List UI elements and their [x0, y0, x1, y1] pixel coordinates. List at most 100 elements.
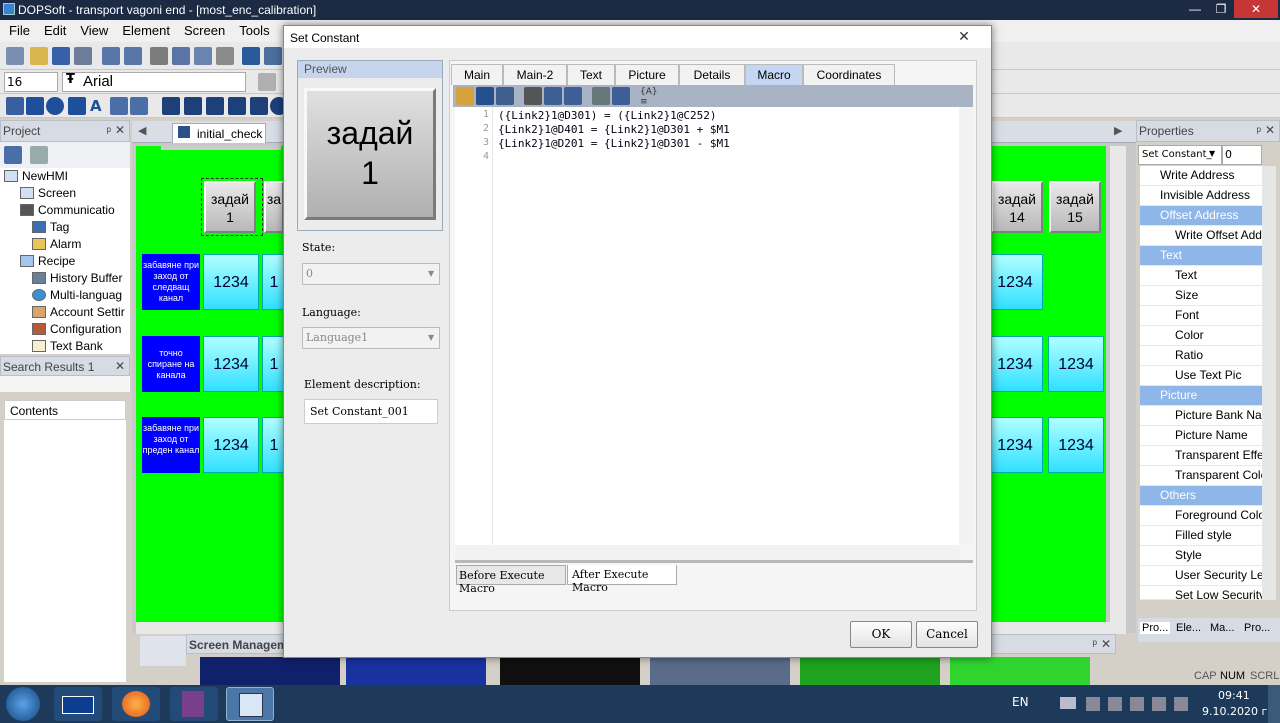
property-row[interactable]: Color [1140, 326, 1262, 346]
language-flag-icon[interactable] [54, 687, 102, 721]
dialog-close-button[interactable]: ✕ [943, 27, 985, 46]
tree-node-alarm[interactable]: Alarm [0, 236, 130, 253]
canvas-button-partial[interactable]: за [264, 181, 284, 233]
menu-element[interactable]: Element [113, 20, 175, 38]
property-row[interactable]: Transparent Colc [1140, 466, 1262, 486]
show-desktop-button[interactable] [1268, 685, 1280, 723]
macro-line[interactable]: ({Link2}1@D301) = ({Link2}1@C252) [498, 109, 717, 122]
property-row[interactable]: Foreground Colo [1140, 506, 1262, 526]
state-select[interactable]: 0 [302, 263, 440, 285]
clock-date[interactable]: 9.10.2020 г. [1202, 705, 1271, 718]
property-row[interactable]: Filled style [1140, 526, 1262, 546]
tray-arrow-icon[interactable] [1086, 697, 1100, 711]
dopsoft-taskbar-icon[interactable] [226, 687, 274, 721]
numeric-display[interactable]: 1234 [1048, 417, 1104, 473]
numeric-display[interactable]: 1234 [1048, 336, 1104, 392]
tree-node-textbank[interactable]: Text Bank [0, 338, 130, 355]
button-tool-icon[interactable] [162, 97, 180, 115]
open-icon[interactable] [456, 87, 474, 105]
close-icon[interactable]: ✕ [115, 123, 125, 137]
tab-project[interactable]: Pro... [1244, 622, 1270, 634]
tree-node-account[interactable]: Account Settir [0, 304, 130, 321]
volume-icon[interactable] [1174, 697, 1188, 711]
text-style-icon[interactable] [258, 73, 276, 91]
numeric-display[interactable]: 1234 [203, 417, 259, 473]
tab-elements[interactable]: Ele... [1176, 622, 1201, 634]
copy-icon[interactable] [544, 87, 562, 105]
numeric-display[interactable]: 1234 [203, 254, 259, 310]
circle-icon[interactable] [46, 97, 64, 115]
tree-node-history[interactable]: History Buffer [0, 270, 130, 287]
save-all-icon[interactable] [74, 47, 92, 65]
project-view-icon[interactable] [4, 146, 22, 164]
canvas-button-zadai-14[interactable]: задай 14 [991, 181, 1043, 233]
tray-program-icon[interactable] [1152, 697, 1166, 711]
tab-main[interactable]: Main [451, 64, 503, 85]
tab-macro[interactable]: Macro [745, 64, 803, 85]
grid-icon[interactable] [130, 97, 148, 115]
tree-node-configuration[interactable]: Configuration [0, 321, 130, 338]
macro-line[interactable]: {Link2}1@D401 = {Link2}1@D301 + $M1 [498, 123, 730, 136]
tray-flag-icon[interactable] [1060, 697, 1076, 709]
tree-node-screen[interactable]: Screen [0, 185, 130, 202]
property-category[interactable]: Text [1140, 246, 1262, 266]
macro-line[interactable]: {Link2}1@D201 = {Link2}1@D301 - $M1 [498, 137, 730, 150]
lamp-icon[interactable] [206, 97, 224, 115]
redo-icon[interactable] [124, 47, 142, 65]
delete-icon[interactable] [216, 47, 234, 65]
open-icon[interactable] [30, 47, 48, 65]
tree-node-recipe[interactable]: Recipe [0, 253, 130, 270]
clock-time[interactable]: 09:41 [1218, 689, 1250, 702]
paste-icon[interactable] [194, 47, 212, 65]
tree-node-newhmi[interactable]: NewHMI [0, 168, 130, 185]
tab-properties[interactable]: Pro... [1140, 622, 1171, 634]
property-row[interactable]: Transparent Effe [1140, 446, 1262, 466]
export-icon[interactable] [496, 87, 514, 105]
menu-file[interactable]: File [0, 20, 35, 38]
syntax-icon[interactable]: {A}≡ [640, 87, 658, 107]
property-row[interactable]: Use Text Pic [1140, 366, 1262, 386]
screen-thumbnail[interactable] [200, 657, 340, 687]
new-icon[interactable] [6, 47, 24, 65]
language-select[interactable]: Language1 [302, 327, 440, 349]
screen-thumbnail[interactable] [800, 657, 940, 687]
numeric-display[interactable]: 1234 [987, 336, 1043, 392]
menu-tools[interactable]: Tools [230, 20, 274, 38]
close-icon[interactable]: ✕ [115, 359, 125, 373]
tab-details[interactable]: Details [679, 64, 745, 85]
line-icon[interactable] [6, 97, 24, 115]
property-row[interactable]: Set Low Security [1140, 586, 1262, 600]
compile-icon[interactable] [264, 47, 282, 65]
close-icon[interactable]: ✕ [1265, 123, 1275, 137]
property-category[interactable]: Others [1140, 486, 1262, 506]
table-tool-icon[interactable] [110, 97, 128, 115]
pin-icon[interactable]: ᵖ [1092, 637, 1097, 651]
tray-device-icon[interactable] [1108, 697, 1122, 711]
tab-macro[interactable]: Ma... [1210, 622, 1234, 634]
minimize-button[interactable]: — [1182, 0, 1208, 18]
property-row[interactable]: Text [1140, 266, 1262, 286]
property-row[interactable]: Invisible Address [1140, 186, 1262, 206]
property-row[interactable]: Picture Name [1140, 426, 1262, 446]
screen-thumbnail[interactable] [650, 657, 790, 687]
tree-node-multilang[interactable]: Multi-languag [0, 287, 130, 304]
search-contents-column[interactable]: Contents [4, 400, 126, 420]
property-row[interactable]: Picture Bank Nar [1140, 406, 1262, 426]
menu-view[interactable]: View [71, 20, 113, 38]
input-language[interactable]: EN [1012, 695, 1029, 709]
property-row[interactable]: Write Address [1140, 166, 1262, 186]
properties-scrollbar[interactable] [1262, 166, 1276, 600]
screen-icon[interactable] [242, 47, 260, 65]
numeric-display[interactable]: 1234 [203, 336, 259, 392]
property-row[interactable]: Write Offset Add [1140, 226, 1262, 246]
screen-thumbnail[interactable] [950, 657, 1090, 687]
tab-picture[interactable]: Picture [615, 64, 679, 85]
indent-icon[interactable] [592, 87, 610, 105]
tab-scroll-left-icon[interactable]: ◀ [138, 124, 146, 137]
text-tool-icon[interactable]: A [90, 97, 108, 115]
numeric-display[interactable]: 1234 [987, 254, 1043, 310]
editor-vertical-scrollbar[interactable] [959, 107, 973, 545]
screen-thumbnail[interactable] [346, 657, 486, 687]
cancel-button[interactable]: Cancel [916, 621, 978, 648]
property-row[interactable]: Style [1140, 546, 1262, 566]
